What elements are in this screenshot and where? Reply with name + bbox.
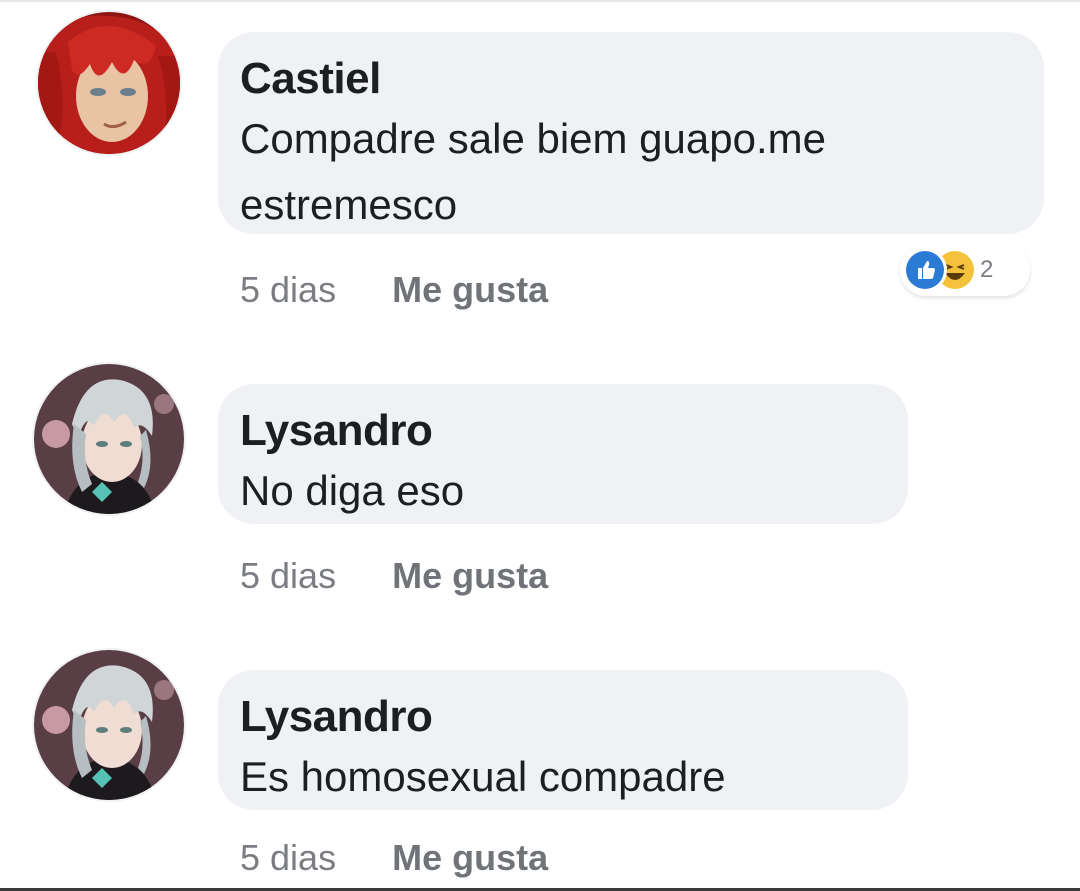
comment-time[interactable]: 5 dias	[240, 555, 336, 596]
avatar[interactable]	[34, 650, 184, 800]
comment-time[interactable]: 5 dias	[240, 837, 336, 878]
lysandro-avatar-image	[34, 364, 184, 514]
reactions-summary[interactable]: 2	[900, 244, 1030, 296]
castiel-avatar-image	[38, 12, 180, 154]
comment-meta: 5 dias Me gusta	[240, 270, 548, 310]
top-border	[0, 0, 1080, 2]
comment-bubble: Castiel Compadre sale biem guapo.me estr…	[218, 32, 1044, 234]
comment-meta: 5 dias Me gusta	[240, 838, 548, 878]
avatar[interactable]	[34, 364, 184, 514]
comment-author[interactable]: Castiel	[240, 54, 1022, 104]
comment-bubble: Lysandro No diga eso	[218, 384, 908, 524]
lysandro-avatar-image	[34, 650, 184, 800]
like-button[interactable]: Me gusta	[392, 555, 548, 596]
comment-author[interactable]: Lysandro	[240, 692, 886, 742]
comment-bubble: Lysandro Es homosexual compadre	[218, 670, 908, 810]
comment-meta: 5 dias Me gusta	[240, 556, 548, 596]
comment-text: Compadre sale biem guapo.me estremesco	[240, 115, 826, 228]
comment-text: Es homosexual compadre	[240, 753, 726, 800]
comment-time[interactable]: 5 dias	[240, 269, 336, 310]
comment-author[interactable]: Lysandro	[240, 406, 886, 456]
comment-text: No diga eso	[240, 467, 465, 514]
avatar[interactable]	[38, 12, 180, 154]
like-button[interactable]: Me gusta	[392, 269, 548, 310]
like-icon	[906, 251, 944, 289]
like-button[interactable]: Me gusta	[392, 837, 548, 878]
reaction-count: 2	[980, 256, 994, 283]
